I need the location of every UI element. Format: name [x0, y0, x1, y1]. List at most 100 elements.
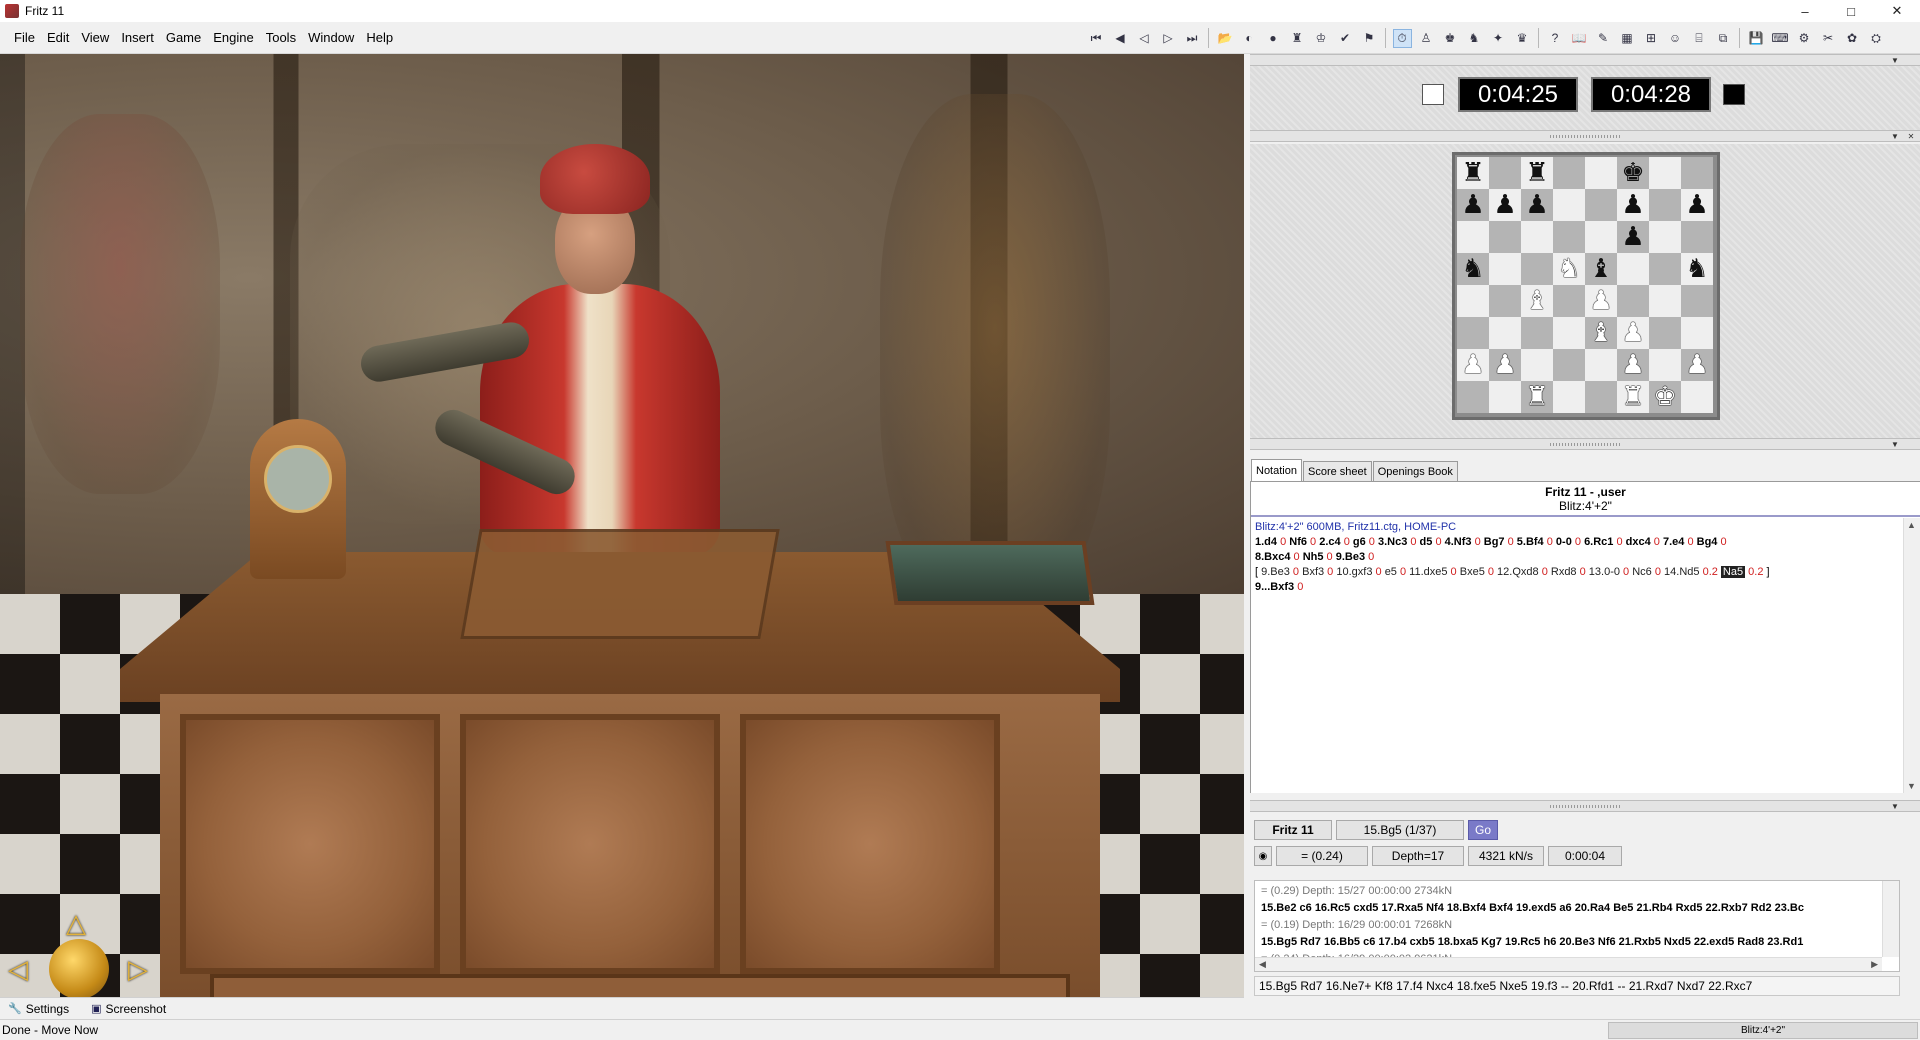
toolbar-button-3-1-icon[interactable]: 📖	[1570, 29, 1589, 48]
menu-help[interactable]: Help	[360, 30, 399, 45]
toolbar-button-4-2-icon[interactable]: ⚙	[1795, 29, 1814, 48]
square-a5[interactable]: ♞	[1457, 253, 1489, 285]
close-button[interactable]: ✕	[1874, 0, 1920, 22]
toolbar-button-4-1-icon[interactable]: ⌨	[1771, 29, 1790, 48]
square-e5[interactable]: ♝	[1585, 253, 1617, 285]
black-pawn-icon[interactable]: ♟	[1461, 192, 1484, 218]
minimize-button[interactable]: –	[1782, 0, 1828, 22]
menu-engine[interactable]: Engine	[207, 30, 259, 45]
move[interactable]: Nf6	[1289, 536, 1307, 548]
white-rook-icon[interactable]: ♜	[1621, 384, 1644, 410]
toolbar-button-2-1-icon[interactable]: ♙	[1417, 29, 1436, 48]
toolbar-button-1-1-icon[interactable]: ◐	[1240, 29, 1259, 48]
square-a6[interactable]	[1457, 221, 1489, 253]
square-e8[interactable]	[1585, 157, 1617, 189]
toolbar-button-1-2-icon[interactable]: ●	[1264, 29, 1283, 48]
square-h6[interactable]	[1681, 221, 1713, 253]
square-f1[interactable]: ♜	[1617, 381, 1649, 413]
square-f5[interactable]	[1617, 253, 1649, 285]
arrow-right-icon[interactable]: ▷	[128, 956, 148, 982]
square-d2[interactable]	[1553, 349, 1585, 381]
square-d1[interactable]	[1553, 381, 1585, 413]
move[interactable]: Bxe5	[1460, 566, 1485, 578]
toolbar-button-0-4-icon[interactable]: ⏭	[1183, 29, 1202, 48]
square-c6[interactable]	[1521, 221, 1553, 253]
move[interactable]: 13.0-0	[1589, 566, 1620, 578]
move[interactable]: 7.e4	[1663, 536, 1684, 548]
square-g2[interactable]	[1649, 349, 1681, 381]
toolbar-button-2-5-icon[interactable]: ♛	[1513, 29, 1532, 48]
square-h8[interactable]	[1681, 157, 1713, 189]
menu-game[interactable]: Game	[160, 30, 207, 45]
toolbar-button-1-3-icon[interactable]: ♜	[1288, 29, 1307, 48]
square-g8[interactable]	[1649, 157, 1681, 189]
move[interactable]: Nh5	[1303, 551, 1324, 563]
toolbar-button-0-2-icon[interactable]: ◁	[1135, 29, 1154, 48]
square-b5[interactable]	[1489, 253, 1521, 285]
square-d5[interactable]: ♞	[1553, 253, 1585, 285]
square-d3[interactable]	[1553, 317, 1585, 349]
3d-navigation-widget[interactable]: △ ▽ ◁ ▷ ⊕ ⊖	[4, 904, 154, 997]
move[interactable]: Bg7	[1484, 536, 1505, 548]
square-h1[interactable]	[1681, 381, 1713, 413]
move[interactable]: d5	[1420, 536, 1433, 548]
square-b1[interactable]	[1489, 381, 1521, 413]
toolbar-button-0-1-icon[interactable]: ◀	[1111, 29, 1130, 48]
maximize-button[interactable]: □	[1828, 0, 1874, 22]
arrow-left-icon[interactable]: ◁	[8, 956, 28, 982]
square-h5[interactable]: ♞	[1681, 253, 1713, 285]
white-pawn-icon[interactable]: ♟	[1685, 352, 1708, 378]
3d-board-view[interactable]: △ ▽ ◁ ▷ ⊕ ⊖	[0, 54, 1244, 997]
toolbar-button-1-6-icon[interactable]: ⚑	[1360, 29, 1379, 48]
pane-menu-icon[interactable]: ▼	[1888, 439, 1902, 449]
white-pawn-icon[interactable]: ♟	[1589, 288, 1612, 314]
square-b2[interactable]: ♟	[1489, 349, 1521, 381]
toolbar-button-0-3-icon[interactable]: ▷	[1159, 29, 1178, 48]
notation-scrollbar[interactable]: ▲ ▼	[1903, 518, 1920, 793]
rotate-ball-icon[interactable]	[49, 939, 109, 997]
move[interactable]: g6	[1353, 536, 1366, 548]
toolbar-button-3-6-icon[interactable]: ⌸	[1690, 29, 1709, 48]
current-move[interactable]: Na5	[1720, 566, 1746, 578]
menu-tools[interactable]: Tools	[260, 30, 302, 45]
toolbar-button-4-3-icon[interactable]: ✂	[1819, 29, 1838, 48]
3d-chessboard[interactable]	[460, 529, 780, 639]
black-pawn-icon[interactable]: ♟	[1621, 192, 1644, 218]
black-pawn-icon[interactable]: ♟	[1525, 192, 1548, 218]
square-d7[interactable]	[1553, 189, 1585, 221]
white-bishop-icon[interactable]: ♝	[1525, 288, 1548, 314]
notation-panel[interactable]: Fritz 11 - ,user Blitz:4'+2" Blitz:4'+2"…	[1250, 482, 1920, 793]
square-e6[interactable]	[1585, 221, 1617, 253]
move[interactable]: 3.Nc3	[1378, 536, 1407, 548]
move[interactable]: Rxd8	[1551, 566, 1577, 578]
pane-menu-icon[interactable]: ▼	[1888, 55, 1902, 65]
move[interactable]: 8.Bxc4	[1255, 551, 1290, 563]
white-knight-icon[interactable]: ♞	[1557, 256, 1580, 282]
screenshot-button[interactable]: ▣ Screenshot	[91, 1002, 166, 1016]
board-pane-bar[interactable]: ▼ ✕	[1250, 130, 1920, 142]
move[interactable]: 12.Qxd8	[1497, 566, 1539, 578]
square-a3[interactable]	[1457, 317, 1489, 349]
toolbar-button-4-5-icon[interactable]: ⛭	[1867, 29, 1886, 48]
square-d8[interactable]	[1553, 157, 1585, 189]
move[interactable]: 2.c4	[1319, 536, 1340, 548]
square-d4[interactable]	[1553, 285, 1585, 317]
square-e7[interactable]	[1585, 189, 1617, 221]
square-g3[interactable]	[1649, 317, 1681, 349]
black-knight-icon[interactable]: ♞	[1685, 256, 1708, 282]
toolbar-button-2-0-icon[interactable]: ⏱	[1392, 28, 1412, 48]
square-g5[interactable]	[1649, 253, 1681, 285]
menu-edit[interactable]: Edit	[41, 30, 75, 45]
move[interactable]: 14.Nd5	[1664, 566, 1699, 578]
toolbar-button-2-4-icon[interactable]: ✦	[1489, 29, 1508, 48]
white-pawn-icon[interactable]: ♟	[1493, 352, 1516, 378]
square-h4[interactable]	[1681, 285, 1713, 317]
move[interactable]: dxc4	[1626, 536, 1651, 548]
square-e2[interactable]	[1585, 349, 1617, 381]
chessboard-2d[interactable]: ♜ ♜ ♚ ♟ ♟ ♟ ♟ ♟ ♟ ♞ ♞ ♝ ♞ ♝ ♟ ♝ ♟ ♟ ♟ ♟ ♟ ♜ ♜ ♚	[1452, 152, 1720, 420]
notation-pane-bar[interactable]: ▼	[1250, 438, 1920, 450]
square-h2[interactable]: ♟	[1681, 349, 1713, 381]
square-a4[interactable]	[1457, 285, 1489, 317]
toolbar-button-3-0-icon[interactable]: ?	[1546, 29, 1565, 48]
square-h7[interactable]: ♟	[1681, 189, 1713, 221]
